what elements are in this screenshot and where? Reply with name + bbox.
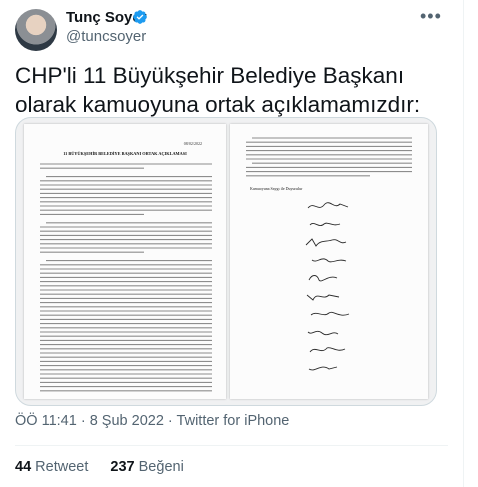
svg-text:Kamuoyuna Saygı ile Duyurulur: Kamuoyuna Saygı ile Duyurulur — [250, 186, 303, 191]
signature-mark — [309, 347, 346, 353]
tweet-meta: ÖÖ 11:41 · 8 Şub 2022 · Twitter for iPho… — [15, 413, 289, 429]
document-page-left: 08/02/2022 11 BÜYÜKŞEHİR BELEDİYE BAŞKAN… — [24, 124, 226, 399]
likes-stat[interactable]: 237 Beğeni — [110, 459, 183, 475]
tweet-text: CHP'li 11 Büyükşehir Belediye Başkanı ol… — [15, 63, 421, 117]
document-page-right-image: Kamuoyuna Saygı ile Duyurulur — [246, 137, 412, 371]
tweet-time[interactable]: ÖÖ 11:41 — [15, 413, 77, 429]
document-page-left-image: 08/02/2022 11 BÜYÜKŞEHİR BELEDİYE BAŞKAN… — [40, 141, 212, 392]
signature-mark — [309, 222, 341, 227]
svg-text:11 BÜYÜKŞEHİR BELEDİYE BAŞKANI: 11 BÜYÜKŞEHİR BELEDİYE BAŞKANI ORTAK AÇI… — [63, 151, 187, 156]
likes-count: 237 — [110, 459, 135, 475]
signature-mark — [305, 238, 347, 247]
meta-separator: · — [80, 413, 86, 429]
meta-separator: · — [167, 413, 173, 429]
divider — [15, 445, 448, 446]
signature-mark — [307, 202, 349, 209]
tweet-stats: 44 Retweet 237 Beğeni — [15, 459, 202, 475]
svg-text:08/02/2022: 08/02/2022 — [184, 141, 202, 146]
verified-badge-icon — [133, 10, 147, 24]
retweets-count: 44 — [15, 459, 32, 475]
signature-mark — [307, 330, 339, 336]
tweet-date[interactable]: 8 Şub 2022 — [90, 413, 164, 429]
signature-mark — [306, 294, 340, 301]
tweet-source[interactable]: Twitter for iPhone — [177, 413, 290, 429]
retweets-label: Retweet — [35, 459, 89, 475]
tweet-media[interactable]: 08/02/2022 11 BÜYÜKŞEHİR BELEDİYE BAŞKAN… — [15, 117, 437, 406]
signature-mark — [308, 366, 338, 371]
more-horizontal-icon[interactable]: ••• — [420, 6, 442, 27]
signature-mark — [311, 258, 347, 263]
document-page-right: Kamuoyuna Saygı ile Duyurulur — [230, 124, 428, 399]
handle[interactable]: @tuncsoyer — [66, 28, 146, 45]
signature-mark — [308, 275, 338, 282]
avatar[interactable] — [15, 9, 57, 51]
signature-mark — [310, 311, 350, 316]
retweets-stat[interactable]: 44 Retweet — [15, 459, 92, 475]
timeline-border — [463, 0, 464, 487]
likes-label: Beğeni — [138, 459, 184, 475]
